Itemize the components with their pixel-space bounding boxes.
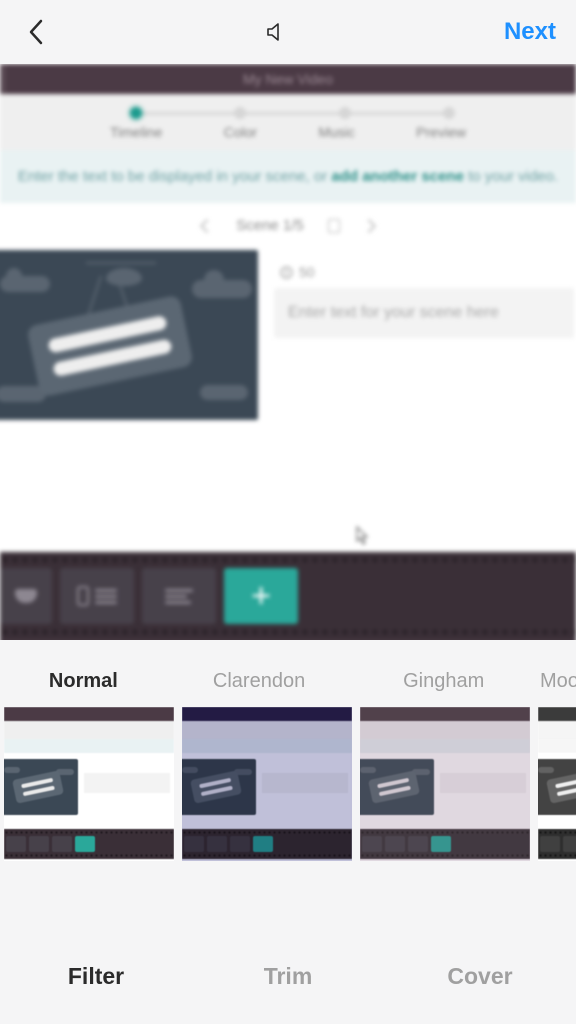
info-icon xyxy=(280,266,293,279)
wizard-steps: Timeline Color Music Preview xyxy=(0,94,576,150)
step-color[interactable]: Color xyxy=(224,124,257,140)
bottom-tab-bar: Filter Trim Cover xyxy=(0,928,576,1024)
scene-nav: Scene 1/5 xyxy=(0,203,576,244)
hint-banner: Enter the text to be displayed in your s… xyxy=(0,150,576,203)
filter-option-normal[interactable]: Normal xyxy=(0,670,167,693)
tab-cover[interactable]: Cover xyxy=(384,963,576,990)
back-button[interactable] xyxy=(24,20,48,44)
chevron-left-icon xyxy=(27,18,45,46)
scene-illustration xyxy=(0,250,258,420)
filter-option-clarendon[interactable]: Clarendon xyxy=(167,670,352,693)
cursor-icon xyxy=(356,526,370,546)
step-preview[interactable]: Preview xyxy=(416,124,466,140)
project-title-bar: My New Video xyxy=(0,64,576,94)
filter-thumb-normal[interactable] xyxy=(4,707,174,861)
step-music[interactable]: Music xyxy=(318,124,355,140)
char-limit: 50 xyxy=(280,264,576,280)
timeline-clip[interactable] xyxy=(0,568,52,624)
tab-filter[interactable]: Filter xyxy=(0,963,192,990)
filter-thumb-clarendon[interactable] xyxy=(182,707,352,861)
filter-thumbnails[interactable] xyxy=(0,707,576,861)
add-scene-link[interactable]: add another scene xyxy=(331,168,464,185)
prev-scene-button[interactable] xyxy=(200,218,214,232)
filter-option-gingham[interactable]: Gingham xyxy=(351,670,536,693)
timeline-strip[interactable]: + xyxy=(0,552,576,640)
add-clip-button[interactable]: + xyxy=(224,568,298,624)
step-timeline[interactable]: Timeline xyxy=(110,124,162,140)
next-button[interactable]: Next xyxy=(504,18,556,46)
video-preview: My New Video Timeline Color Music Previe… xyxy=(0,64,576,640)
timeline-clip[interactable] xyxy=(60,568,134,624)
filter-picker: Normal Clarendon Gingham Moon xyxy=(0,670,576,861)
scene-text-input[interactable]: Enter text for your scene here xyxy=(274,288,574,338)
top-navbar: Next xyxy=(0,0,576,64)
speaker-icon xyxy=(265,21,287,43)
filter-thumb-gingham[interactable] xyxy=(360,707,530,861)
filter-thumb-moon[interactable] xyxy=(538,707,576,861)
tab-trim[interactable]: Trim xyxy=(192,963,384,990)
scene-counter: Scene 1/5 xyxy=(236,217,304,234)
timeline-clip[interactable] xyxy=(142,568,216,624)
delete-scene-button[interactable] xyxy=(328,219,340,233)
sound-toggle-button[interactable] xyxy=(264,20,288,44)
next-scene-button[interactable] xyxy=(362,218,376,232)
filter-option-moon[interactable]: Moon xyxy=(536,670,576,693)
